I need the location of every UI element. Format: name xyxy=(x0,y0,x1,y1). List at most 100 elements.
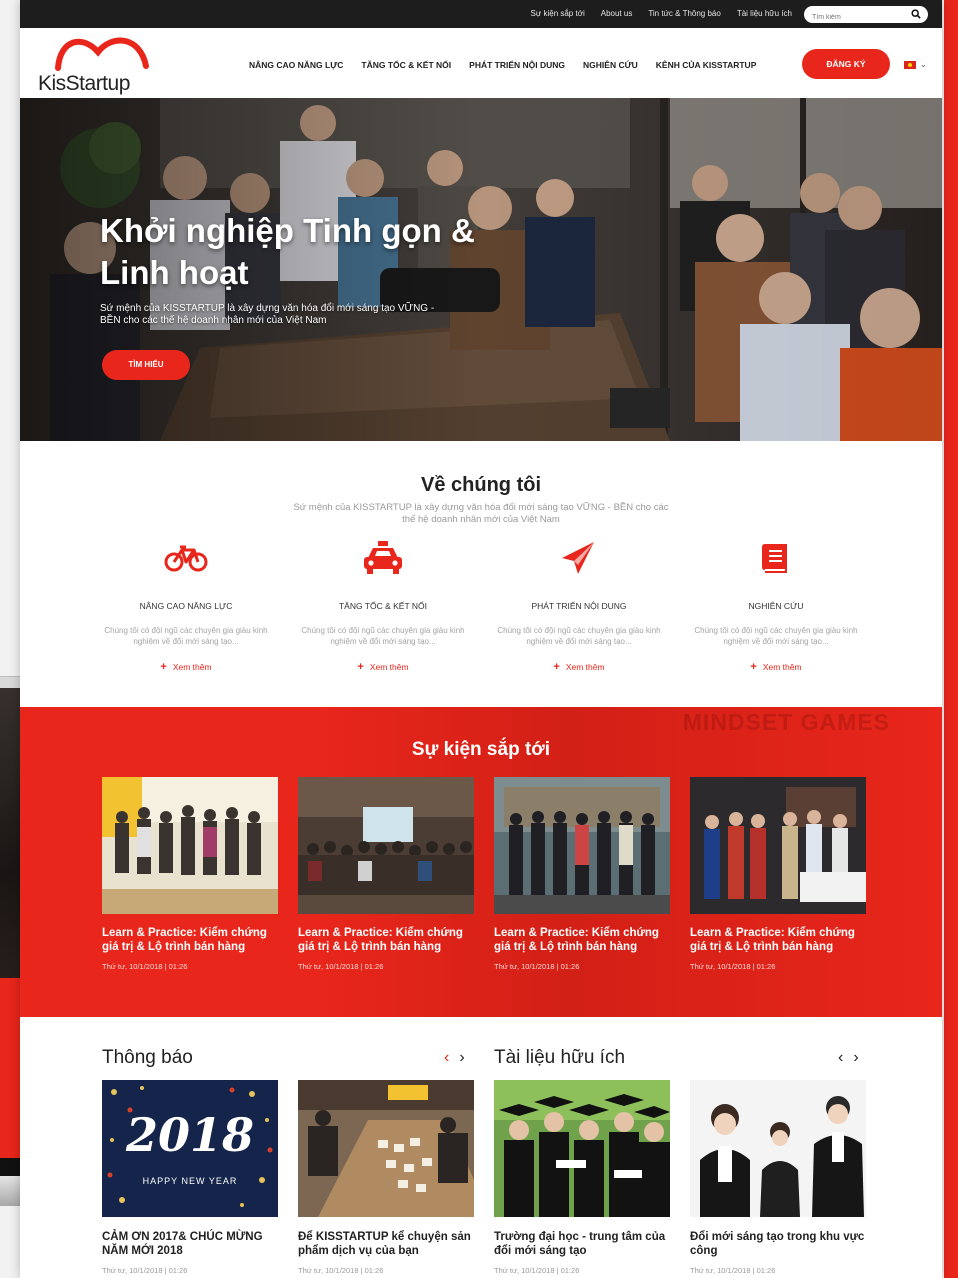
see-more-link[interactable]: + Xem thêm xyxy=(96,661,276,673)
logo-mark-icon xyxy=(55,37,149,71)
nav-item-content[interactable]: PHÁT TRIỂN NỘI DUNG xyxy=(469,60,565,70)
new-year-caption: HAPPY NEW YEAR xyxy=(142,1176,238,1186)
new-year-text: 2018 xyxy=(125,1108,255,1162)
events-section: MINDSET GAMES Sự kiện sắp tới Learn & Pr… xyxy=(20,707,942,1017)
main-header: KisStartup NÂNG CAO NĂNG LỰC TĂNG TỐC & … xyxy=(20,28,942,98)
feature-title: NÂNG CAO NĂNG LỰC xyxy=(139,601,233,611)
feature-accelerate: TĂNG TỐC & KẾT NỐI Chúng tôi có đội ngũ … xyxy=(293,540,473,673)
top-utility-bar: Sự kiện sắp tới About us Tin tức & Thông… xyxy=(20,0,942,28)
notice-date: Thứ tư, 10/1/2018 | 01:26 xyxy=(298,1266,384,1275)
plus-icon: + xyxy=(553,661,560,673)
search-icon[interactable] xyxy=(911,9,921,19)
feature-content: PHÁT TRIỂN NỘI DUNG Chúng tôi có đội ngũ… xyxy=(489,540,669,673)
feature-desc: Chúng tôi có đội ngũ các chuyên gia giàu… xyxy=(694,626,858,646)
resource-title: Đổi mới sáng tạo trong khu vực công xyxy=(690,1231,865,1257)
paper-plane-icon xyxy=(562,542,594,574)
event-title: Learn & Practice: Kiểm chứng giá trị & L… xyxy=(298,927,463,953)
notice-image: 2018 HAPPY NEW YEAR xyxy=(102,1080,278,1217)
resources-arrows: ‹ › xyxy=(838,1049,859,1067)
chevron-right-icon[interactable]: › xyxy=(459,1049,464,1067)
chevron-right-icon[interactable]: › xyxy=(853,1049,858,1067)
hero-banner: Khởi nghiệp Tinh gọn & Linh hoạt Sứ mệnh… xyxy=(20,98,942,441)
logo[interactable]: KisStartup xyxy=(36,32,162,95)
feature-research: NGHIÊN CỨU Chúng tôi có đội ngũ các chuy… xyxy=(686,540,866,673)
event-date: Thứ tư, 10/1/2018 | 01:26 xyxy=(690,962,776,971)
notices-arrows: ‹ › xyxy=(444,1049,465,1067)
events-background-text: MINDSET GAMES xyxy=(682,709,890,735)
logo-text: KisStartup xyxy=(38,72,130,95)
main-nav: NÂNG CAO NĂNG LỰC TĂNG TỐC & KẾT NỐI PHÁ… xyxy=(249,60,756,70)
see-more-link[interactable]: + Xem thêm xyxy=(293,661,473,673)
event-card[interactable]: Learn & Practice: Kiểm chứng giá trị & L… xyxy=(298,777,474,971)
nav-item-capacity[interactable]: NÂNG CAO NĂNG LỰC xyxy=(249,60,343,70)
resources-title: Tài liệu hữu ích xyxy=(494,1047,626,1068)
hero-subtitle: Sứ mệnh của KISSTARTUP là xây dựng văn h… xyxy=(100,303,435,326)
about-title: Về chúng tôi xyxy=(421,474,541,496)
plus-icon: + xyxy=(750,661,757,673)
event-date: Thứ tư, 10/1/2018 | 01:26 xyxy=(102,962,188,971)
nav-item-research[interactable]: NGHIÊN CỨU xyxy=(583,60,638,70)
notice-card[interactable]: 2018 HAPPY NEW YEAR CẢM ƠN 2017& CHÚC MỪ… xyxy=(102,1080,278,1275)
feature-title: PHÁT TRIỂN NỘI DUNG xyxy=(531,601,627,611)
resource-card[interactable]: Đổi mới sáng tạo trong khu vực công Thứ … xyxy=(690,1080,866,1275)
nav-item-channel[interactable]: KÊNH CỦA KISSTARTUP xyxy=(656,60,757,70)
event-photo xyxy=(298,777,474,914)
notice-date: Thứ tư, 10/1/2018 | 01:26 xyxy=(102,1266,188,1275)
feature-title: TĂNG TỐC & KẾT NỐI xyxy=(338,601,427,611)
plus-icon: + xyxy=(357,661,364,673)
search-input[interactable] xyxy=(804,9,904,26)
see-more-link[interactable]: + Xem thêm xyxy=(686,661,866,673)
top-link-news[interactable]: Tin tức & Thông báo xyxy=(648,9,721,18)
event-photo xyxy=(690,777,866,914)
feature-desc: Chúng tôi có đội ngũ các chuyên gia giàu… xyxy=(497,626,661,646)
bicycle-icon xyxy=(164,545,208,572)
feature-desc: Chúng tôi có đội ngũ các chuyên gia giàu… xyxy=(301,626,465,646)
event-title: Learn & Practice: Kiểm chứng giá trị & L… xyxy=(690,927,855,953)
website-panel: Sự kiện sắp tới About us Tin tức & Thông… xyxy=(20,0,942,1278)
feature-desc: Chúng tôi có đội ngũ các chuyên gia giàu… xyxy=(104,626,268,646)
notices-title: Thông báo xyxy=(102,1047,193,1068)
language-selector[interactable]: ⌄ xyxy=(904,60,927,69)
events-title: Sự kiện sắp tới xyxy=(411,739,551,760)
notice-image xyxy=(298,1080,474,1217)
feature-capacity: NÂNG CAO NĂNG LỰC Chúng tôi có đội ngũ c… xyxy=(96,540,276,673)
notice-card[interactable]: Để KISSTARTUP kể chuyện sản phẩm dịch vụ… xyxy=(298,1080,474,1275)
event-photo xyxy=(102,777,278,914)
resource-image xyxy=(494,1080,670,1217)
event-card[interactable]: Learn & Practice: Kiểm chứng giá trị & L… xyxy=(494,777,670,971)
hero-title: Khởi nghiệp Tinh gọn & Linh hoạt xyxy=(100,212,475,291)
top-links: Sự kiện sắp tới About us Tin tức & Thông… xyxy=(531,9,792,18)
event-photo xyxy=(494,777,670,914)
top-link-resources[interactable]: Tài liệu hữu ích xyxy=(737,9,792,18)
resource-title: Trường đại học - trung tâm của đổi mới s… xyxy=(494,1231,666,1257)
top-link-events[interactable]: Sự kiện sắp tới xyxy=(531,9,585,18)
chevron-left-icon[interactable]: ‹ xyxy=(444,1049,449,1067)
hero-cta-button[interactable]: TÌM HIỂU xyxy=(102,350,190,380)
background-red-edge xyxy=(944,0,958,1278)
search-box xyxy=(804,6,928,26)
top-link-about[interactable]: About us xyxy=(601,9,633,18)
notice-title: Để KISSTARTUP kể chuyện sản phẩm dịch vụ… xyxy=(298,1231,471,1257)
notice-title: CẢM ƠN 2017& CHÚC MỪNG NĂM MỚI 2018 xyxy=(102,1231,263,1257)
feature-title: NGHIÊN CỨU xyxy=(748,601,804,611)
event-title: Learn & Practice: Kiểm chứng giá trị & L… xyxy=(102,927,267,953)
resource-image xyxy=(690,1080,866,1217)
about-description: Sứ mệnh của KISSTARTUP là xây dựng văn h… xyxy=(293,502,669,525)
event-date: Thứ tư, 10/1/2018 | 01:26 xyxy=(494,962,580,971)
book-icon xyxy=(762,544,787,573)
nav-item-accelerate[interactable]: TĂNG TỐC & KẾT NỐI xyxy=(361,60,451,70)
chevron-left-icon[interactable]: ‹ xyxy=(838,1049,843,1067)
register-button[interactable]: ĐĂNG KÝ xyxy=(802,49,890,79)
event-title: Learn & Practice: Kiểm chứng giá trị & L… xyxy=(494,927,659,953)
event-card[interactable]: Learn & Practice: Kiểm chứng giá trị & L… xyxy=(102,777,278,971)
event-date: Thứ tư, 10/1/2018 | 01:26 xyxy=(298,962,384,971)
taxi-icon xyxy=(364,541,402,574)
event-card[interactable]: Learn & Practice: Kiểm chứng giá trị & L… xyxy=(690,777,866,971)
resource-date: Thứ tư, 10/1/2018 | 01:26 xyxy=(494,1266,580,1275)
see-more-link[interactable]: + Xem thêm xyxy=(489,661,669,673)
resource-card[interactable]: Trường đại học - trung tâm của đổi mới s… xyxy=(494,1080,670,1275)
resource-date: Thứ tư, 10/1/2018 | 01:26 xyxy=(690,1266,776,1275)
plus-icon: + xyxy=(160,661,167,673)
vietnam-flag-icon xyxy=(904,60,916,69)
chevron-down-icon: ⌄ xyxy=(920,60,927,69)
